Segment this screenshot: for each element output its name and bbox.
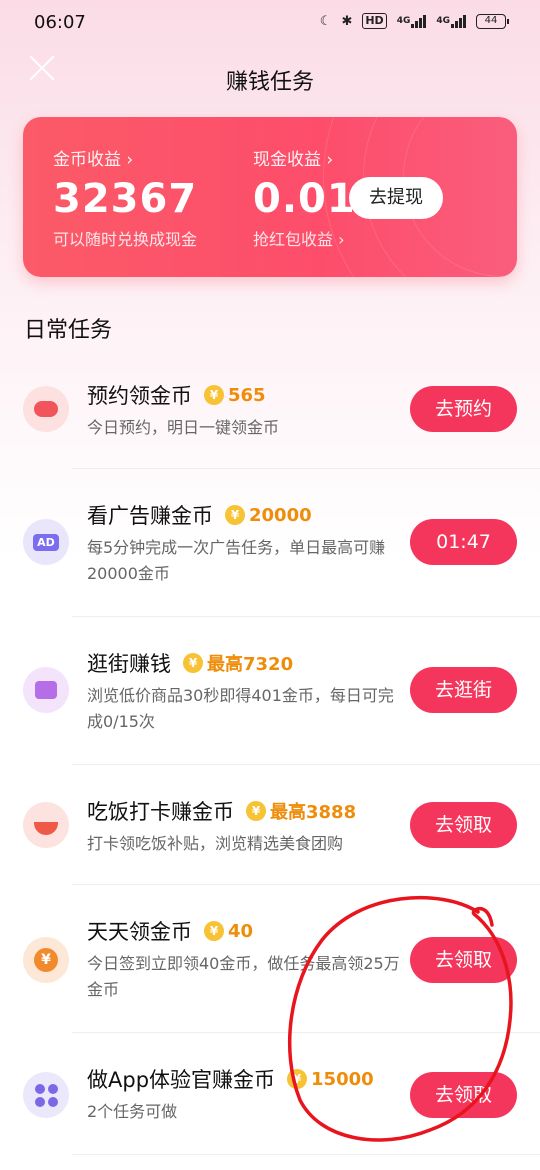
cash-label: 现金收益 ›: [253, 150, 334, 170]
coins-earnings[interactable]: 金币收益 › 32367 可以随时兑换成现金: [53, 145, 197, 250]
coin-icon: ¥: [287, 1069, 308, 1089]
signal-1: 4G: [397, 14, 427, 28]
apps-icon: [23, 1072, 69, 1118]
task-reward: 40: [228, 920, 254, 942]
task-reward: 565: [228, 384, 266, 406]
status-bar: 06:07 ☾ ✱ HD 4G 4G 44: [0, 0, 540, 46]
piggy-shape: [34, 401, 58, 417]
piggy-bank-icon: [23, 386, 69, 432]
task-name-row: 看广告赚金币 ¥20000: [87, 500, 312, 530]
shop-shape: [35, 681, 57, 699]
task-name: 天天领金币: [87, 920, 192, 944]
task-divider: [72, 884, 540, 885]
signal-bars-icon: [411, 14, 427, 28]
coin-icon: ¥: [246, 801, 266, 821]
task-name-row: 逛街赚钱 ¥ 最高7320: [87, 648, 293, 678]
task-name: 看广告赚金币: [87, 504, 213, 528]
task-description: 今日预约，明日一键领金币: [87, 418, 280, 437]
task-name: 做App体验官赚金币: [87, 1068, 276, 1092]
task-description: 打卡领吃饭补贴，浏览精选美食团购: [87, 834, 344, 853]
battery-icon: 44: [476, 13, 509, 29]
task-reward: 最高3888: [270, 802, 357, 823]
status-icons: ☾ ✱ HD 4G 4G 44: [319, 13, 509, 29]
task-name: 吃饭打卡赚金币: [87, 800, 234, 824]
task-action-button[interactable]: 去领取: [410, 937, 517, 983]
coin-icon: ¥: [204, 921, 224, 941]
status-time: 06:07: [34, 12, 86, 33]
bowl-shape: [34, 821, 58, 835]
task-name: 逛街赚钱: [87, 652, 171, 676]
task-reward: 20000: [249, 504, 312, 526]
coin-icon: ¥: [183, 653, 203, 673]
network-label-1: 4G: [396, 16, 411, 26]
yuan-coin: ¥: [34, 948, 58, 972]
task-divider: [72, 616, 540, 617]
task-description: 每5分钟完成一次广告任务，单日最高可赚20000金币: [87, 538, 386, 583]
task-description: 浏览低价商品30秒即得401金币，每日可完成0/15次: [87, 686, 394, 731]
task-reward: 15000: [311, 1068, 374, 1090]
moon-icon: ☾: [319, 13, 332, 29]
coin-icon: ¥: [225, 505, 245, 525]
task-action-button[interactable]: 去领取: [410, 1072, 517, 1118]
withdraw-button[interactable]: 去提现: [349, 177, 443, 219]
earnings-card: 金币收益 › 32367 可以随时兑换成现金 现金收益 › 0.01 抢红包收益…: [23, 117, 517, 277]
hd-badge: HD: [362, 13, 387, 29]
task-divider: [72, 1032, 540, 1033]
bowl-icon: [23, 802, 69, 848]
task-name: 预约领金币: [87, 384, 192, 408]
task-name-row: 做App体验官赚金币 ¥15000: [87, 1064, 374, 1094]
coin-icon: ¥: [204, 385, 224, 405]
coins-value: 32367: [53, 176, 198, 222]
coin-icon: ¥: [23, 937, 69, 983]
task-reward: 最高7320: [207, 654, 294, 675]
page-title: 赚钱任务: [225, 70, 314, 95]
ad-badge: AD: [33, 533, 59, 551]
cash-subtext[interactable]: 抢红包收益 ›: [253, 226, 356, 250]
task-name-row: 吃饭打卡赚金币 ¥ 最高3888: [87, 796, 356, 826]
ad-icon: AD: [23, 519, 69, 565]
task-action-button[interactable]: 01:47: [410, 519, 517, 565]
network-label-2: 4G: [436, 16, 450, 26]
coins-label: 金币收益 ›: [53, 150, 134, 170]
signal-2: 4G: [436, 14, 466, 28]
task-action-button[interactable]: 去预约: [410, 386, 517, 432]
task-action-button[interactable]: 去领取: [410, 802, 517, 848]
apps-grid: [34, 1083, 58, 1107]
task-description: 今日签到立即领40金币，做任务最高领25万金币: [87, 954, 400, 999]
task-action-button[interactable]: 去逛街: [410, 667, 517, 713]
task-description: 2个任务可做: [87, 1102, 178, 1121]
shop-icon: [23, 667, 69, 713]
section-title: 日常任务: [24, 318, 113, 343]
task-divider: [72, 1154, 540, 1155]
task-name-row: 预约领金币 ¥565: [87, 380, 266, 410]
cash-earnings[interactable]: 现金收益 › 0.01 抢红包收益 ›: [253, 145, 356, 250]
coins-subtext: 可以随时兑换成现金: [53, 230, 198, 249]
task-divider: [72, 764, 540, 765]
bluetooth-icon: ✱: [341, 13, 353, 29]
task-divider: [72, 468, 540, 469]
cash-value: 0.01: [253, 176, 356, 222]
signal-bars-icon: [451, 14, 466, 28]
task-name-row: 天天领金币 ¥40: [87, 916, 253, 946]
